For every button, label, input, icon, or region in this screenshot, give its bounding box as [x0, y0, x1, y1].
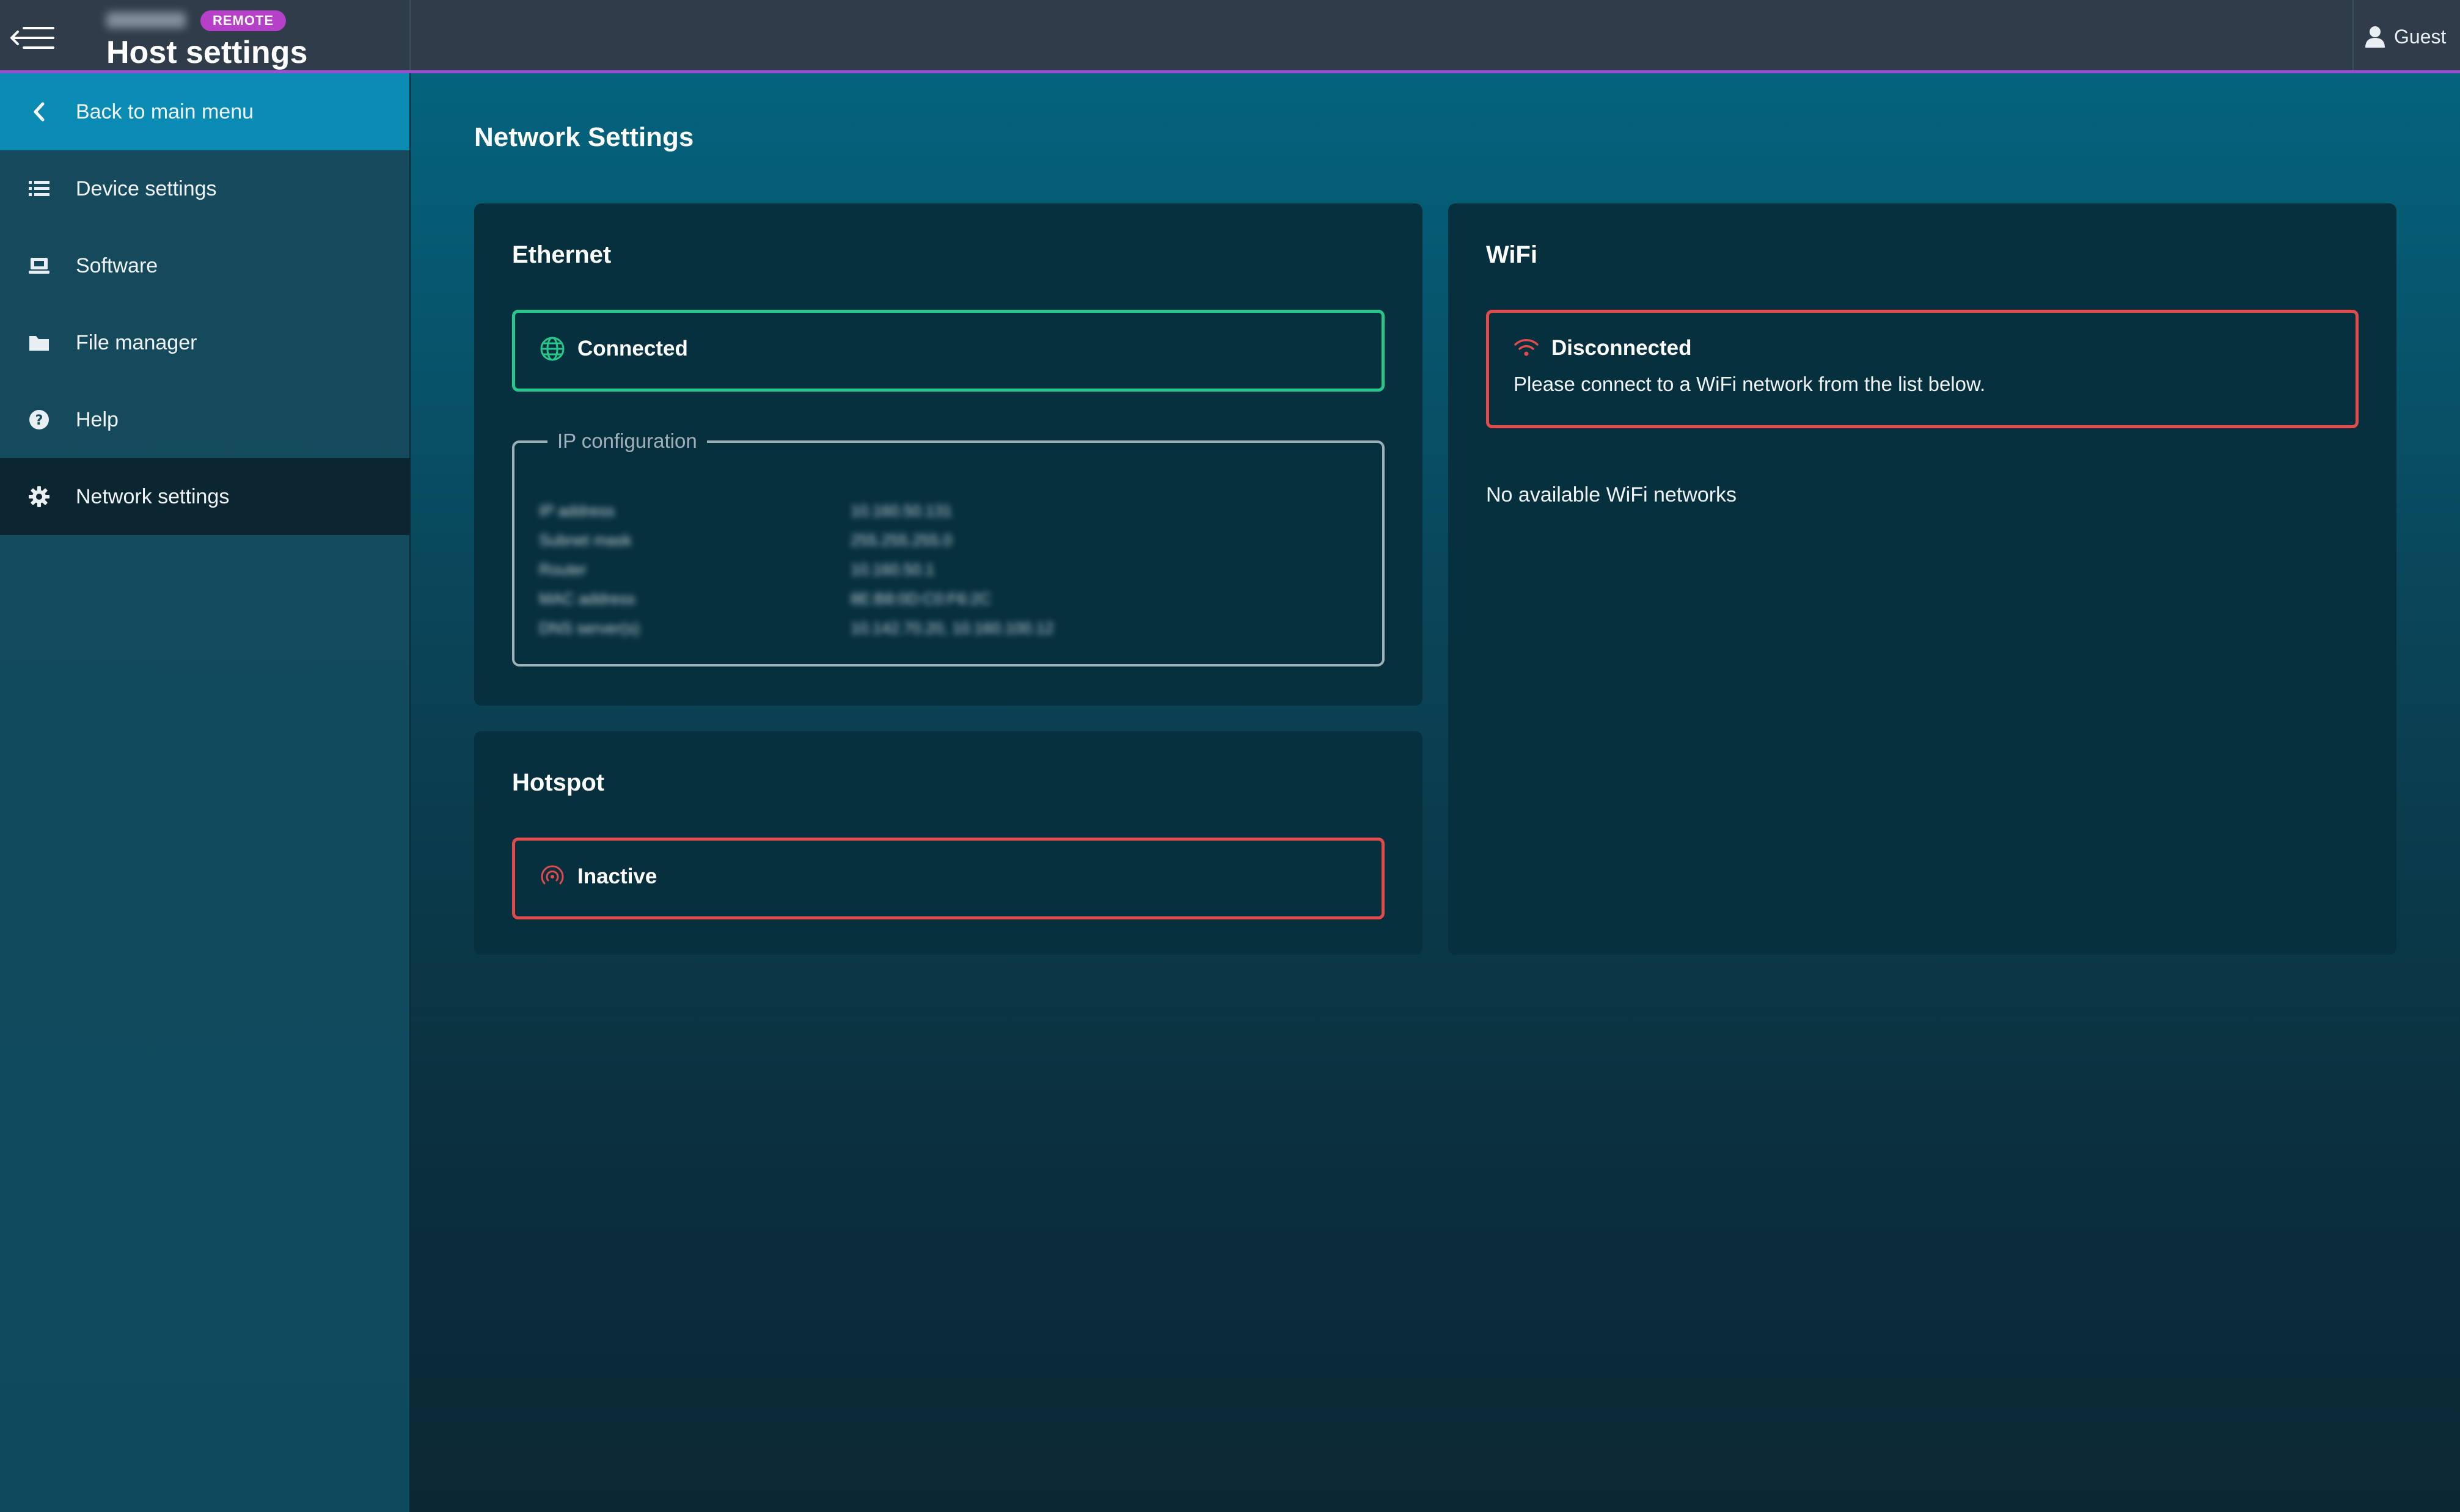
- page-heading: Host settings: [106, 35, 308, 70]
- list-icon: [27, 177, 51, 201]
- ethernet-card: Ethernet Connected IP configuration IP a…: [474, 203, 1422, 706]
- sidebar-item-back-to-main-menu[interactable]: Back to main menu: [0, 73, 409, 150]
- sidebar-item-label: Device settings: [76, 177, 217, 200]
- sidebar-item-help[interactable]: ? Help: [0, 381, 409, 458]
- hotspot-icon: [541, 865, 564, 885]
- ip-configuration-panel: IP configuration IP address 10.160.50.13…: [512, 429, 1385, 667]
- folder-icon: [27, 331, 51, 355]
- gear-icon: [27, 484, 51, 509]
- chevron-left-icon: [27, 100, 51, 124]
- menu-collapse-icon: [10, 27, 54, 49]
- ip-key: Subnet mask: [539, 531, 632, 549]
- sidebar-item-label: Help: [76, 407, 119, 431]
- ip-configuration-legend: IP configuration: [547, 429, 707, 453]
- header-divider: [409, 0, 411, 70]
- user-divider: [2352, 0, 2354, 70]
- sidebar-item-network-settings[interactable]: Network settings: [0, 458, 409, 535]
- page-title: Network Settings: [474, 122, 694, 152]
- ip-row: DNS server(s) 10.142.70.20, 10.160.100.1…: [539, 619, 1150, 638]
- hotspot-title: Hotspot: [512, 769, 605, 796]
- ip-row: Router 10.160.50.1: [539, 560, 1150, 580]
- wifi-status-detail: Please connect to a WiFi network from th…: [1514, 373, 1986, 395]
- ip-value: 10.160.50.1: [851, 560, 935, 579]
- wifi-icon: [1514, 339, 1539, 356]
- wifi-card: WiFi Disconnected Please connect to a Wi…: [1448, 203, 2396, 955]
- sidebar-item-device-settings[interactable]: Device settings: [0, 150, 409, 227]
- ethernet-status-box: Connected: [512, 310, 1385, 392]
- monitor-icon: [27, 254, 51, 278]
- ip-row: Subnet mask 255.255.255.0: [539, 531, 1150, 550]
- ip-key: Router: [539, 560, 587, 579]
- ip-value: 10.160.50.131: [851, 502, 953, 520]
- sidebar-item-label: Back to main menu: [76, 100, 254, 123]
- main-content: Network Settings Ethernet Connected IP c…: [411, 73, 2460, 1512]
- question-circle-icon: ?: [27, 407, 51, 432]
- wifi-title: WiFi: [1486, 241, 1538, 268]
- user-name: Guest: [2394, 25, 2447, 48]
- hotspot-status-text: Inactive: [577, 864, 657, 888]
- hotspot-status-box: Inactive: [512, 838, 1385, 919]
- sidebar-item-label: File manager: [76, 331, 197, 354]
- ip-value: 8E:B8:0D:C0:F6:2C: [851, 590, 991, 608]
- ip-row: IP address 10.160.50.131: [539, 502, 1150, 521]
- ip-value: 255.255.255.0: [851, 531, 953, 549]
- ip-key: DNS server(s): [539, 619, 640, 637]
- ethernet-status-text: Connected: [577, 337, 688, 360]
- ip-row: MAC address 8E:B8:0D:C0:F6:2C: [539, 590, 1150, 609]
- sidebar-item-label: Network settings: [76, 484, 230, 508]
- sidebar: Back to main menu Device settings Softwa…: [0, 73, 409, 1512]
- sidebar-item-label: Software: [76, 254, 158, 277]
- menu-toggle-button[interactable]: [6, 13, 61, 62]
- wifi-status-text: Disconnected: [1551, 336, 1692, 360]
- ip-key: MAC address: [539, 590, 635, 608]
- host-name-redacted: [106, 12, 186, 28]
- top-bar: REMOTE Host settings Guest: [0, 0, 2460, 73]
- user-icon: [2365, 26, 2385, 48]
- wifi-empty-message: No available WiFi networks: [1486, 483, 1737, 506]
- hotspot-card: Hotspot Inactive: [474, 731, 1422, 955]
- ip-key: IP address: [539, 502, 615, 520]
- title-block: REMOTE Host settings: [101, 7, 407, 70]
- wifi-status-box: Disconnected Please connect to a WiFi ne…: [1486, 310, 2359, 428]
- svg-text:?: ?: [35, 413, 43, 428]
- remote-badge: REMOTE: [200, 10, 287, 31]
- ethernet-title: Ethernet: [512, 241, 612, 268]
- sidebar-item-software[interactable]: Software: [0, 227, 409, 304]
- ip-value: 10.142.70.20, 10.160.100.12: [851, 619, 1054, 637]
- user-menu[interactable]: Guest: [2365, 22, 2446, 51]
- sidebar-item-file-manager[interactable]: File manager: [0, 304, 409, 381]
- globe-icon: [540, 337, 565, 361]
